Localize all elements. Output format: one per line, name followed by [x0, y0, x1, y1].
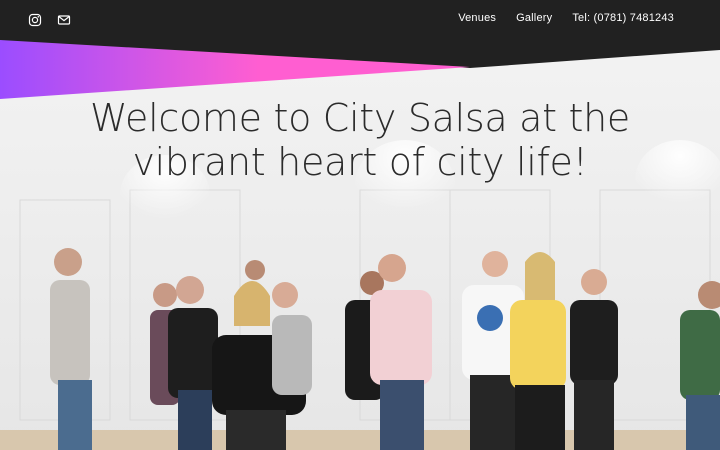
- instagram-link[interactable]: [28, 13, 42, 27]
- hero-headline: Welcome to City Salsa at the vibrant hea…: [0, 96, 720, 184]
- nav-venues-link[interactable]: Venues: [458, 12, 496, 24]
- email-link[interactable]: [57, 13, 71, 27]
- envelope-icon: [57, 15, 71, 25]
- main-nav: Venues Gallery Tel: (0781) 7481243: [458, 12, 674, 24]
- nav-gallery-link[interactable]: Gallery: [516, 12, 552, 24]
- nav-phone-link[interactable]: Tel: (0781) 7481243: [572, 12, 674, 24]
- top-navigation-bar: Venues Gallery Tel: (0781) 7481243: [0, 0, 720, 40]
- instagram-icon: [28, 13, 42, 27]
- social-links: [28, 13, 71, 27]
- hero-headline-line-2: vibrant heart of city life!: [132, 140, 588, 184]
- hero-headline-line-1: Welcome to City Salsa at the: [89, 96, 631, 140]
